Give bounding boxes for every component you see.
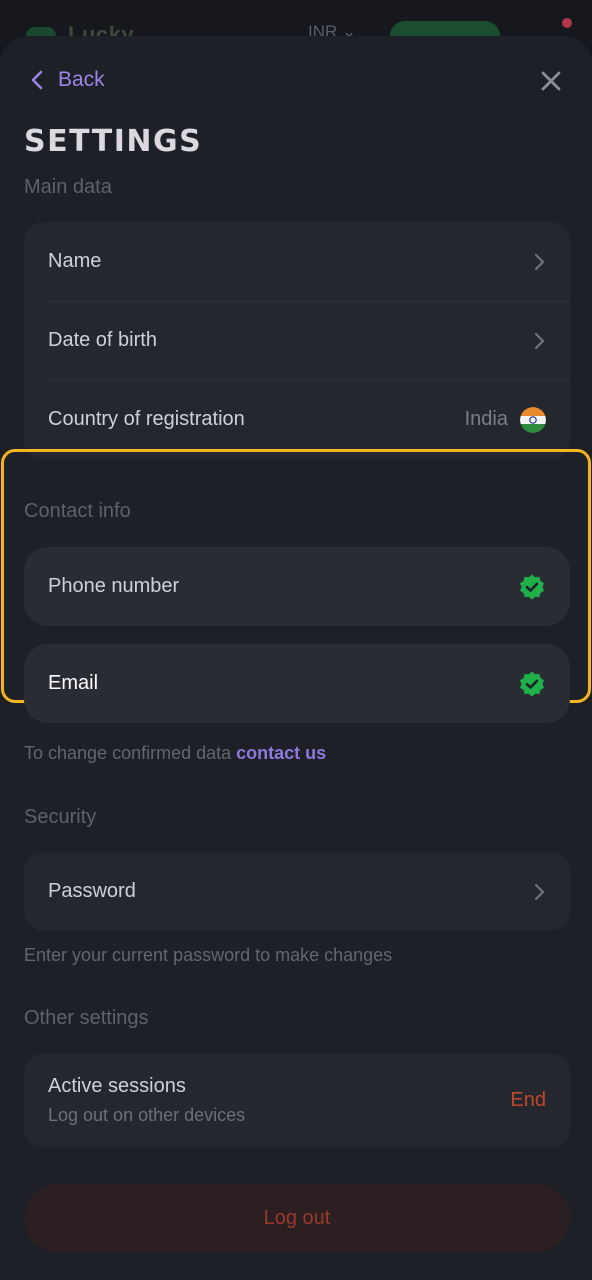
section-label-main-data: Main data (24, 176, 112, 198)
phone-number-label: Phone number (48, 575, 180, 597)
country-value: India (464, 408, 508, 430)
password-row[interactable]: Password (24, 852, 570, 931)
chevron-right-icon (534, 332, 545, 349)
email-row[interactable]: Email (24, 644, 570, 723)
chevron-right-icon (534, 883, 545, 900)
page-title: SETTINGS (24, 124, 203, 159)
active-sessions-row: Active sessions Log out on other devices… (24, 1053, 570, 1148)
section-label-other-settings: Other settings (24, 1007, 149, 1029)
active-sessions-text: Active sessions Log out on other devices (48, 1075, 510, 1126)
security-card: Password (24, 852, 570, 931)
password-label: Password (48, 880, 136, 902)
email-label: Email (48, 672, 99, 694)
contact-hint-text: To change confirmed data (24, 743, 232, 763)
section-label-security: Security (24, 806, 97, 828)
verified-badge-icon (520, 671, 544, 696)
contact-hint: To change confirmed data contact us (24, 743, 326, 764)
back-button[interactable]: Back (30, 66, 105, 94)
log-out-button[interactable]: Log out (24, 1184, 570, 1252)
active-sessions-subtitle: Log out on other devices (48, 1105, 246, 1125)
country-row: Country of registration India (24, 380, 570, 459)
country-label: Country of registration (48, 408, 245, 430)
name-row[interactable]: Name (24, 222, 570, 301)
phone-number-row[interactable]: Phone number (24, 547, 570, 626)
date-of-birth-label: Date of birth (48, 329, 157, 351)
password-hint: Enter your current password to make chan… (24, 945, 393, 965)
verified-badge-icon (520, 574, 544, 599)
contact-us-link[interactable]: contact us (236, 743, 326, 763)
notification-dot (562, 18, 572, 28)
chevron-right-icon (534, 253, 545, 270)
name-label: Name (48, 250, 102, 272)
close-icon[interactable] (538, 68, 564, 94)
date-of-birth-row[interactable]: Date of birth (24, 301, 570, 380)
settings-topbar: Back (0, 36, 592, 126)
main-data-card: Name Date of birth Country of registrati… (24, 222, 570, 460)
section-label-contact-info: Contact info (24, 500, 131, 522)
active-sessions-title: Active sessions (48, 1075, 186, 1097)
india-flag-icon (520, 406, 546, 433)
chevron-left-icon (31, 70, 43, 90)
back-label: Back (58, 68, 105, 91)
end-sessions-button[interactable]: End (510, 1089, 546, 1112)
